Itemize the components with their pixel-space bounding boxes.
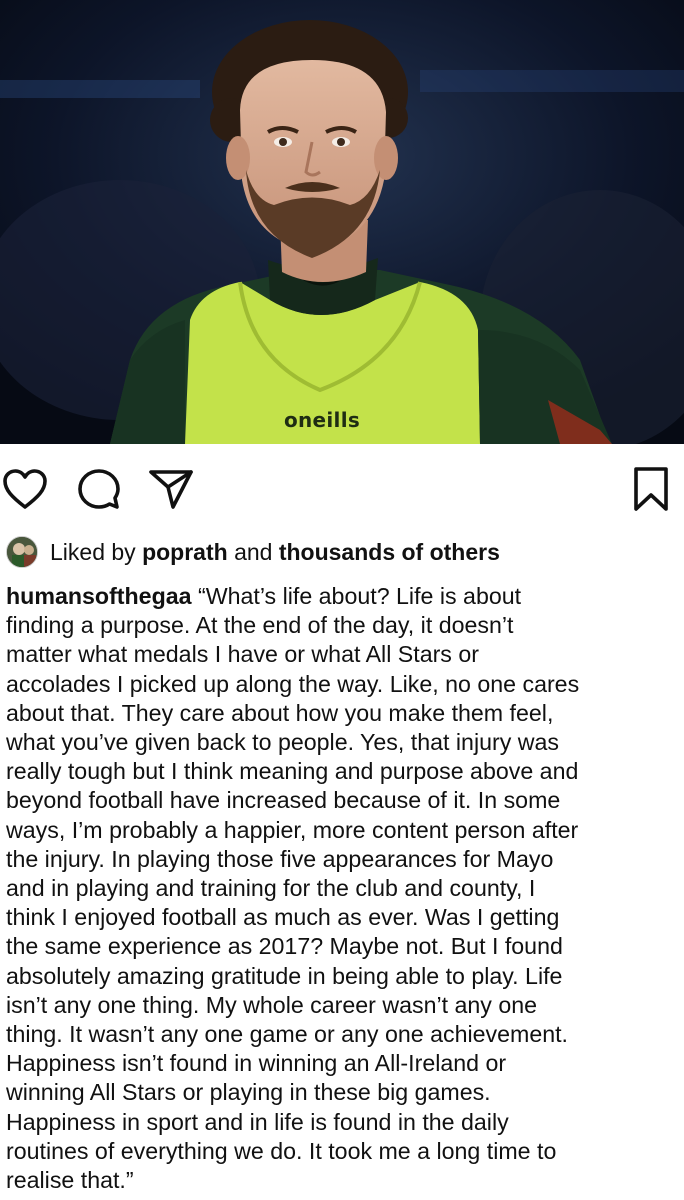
caption-line: really tough but I think meaning and pur… xyxy=(6,758,579,785)
caption-line: the injury. In playing those five appear… xyxy=(6,845,554,872)
likes-others-link[interactable]: thousands of others xyxy=(279,539,500,565)
caption-line: isn’t any one thing. My whole career was… xyxy=(6,991,538,1018)
heart-icon xyxy=(3,469,47,509)
caption-line: ways, I’m probably a happier, more conte… xyxy=(6,816,579,843)
caption-line: finding a purpose. At the end of the day… xyxy=(6,612,514,639)
caption-line: routines of everything we do. It took me… xyxy=(6,1137,557,1164)
caption-line: winning All Stars or playing in these bi… xyxy=(6,1079,491,1106)
post-caption: humansofthegaa “What’s life about? Life … xyxy=(6,582,680,1195)
caption-line: humansofthegaa “What’s life about? Life … xyxy=(6,582,680,611)
paper-plane-icon xyxy=(149,470,193,509)
caption-line: Happiness isn’t found in winning an All-… xyxy=(6,1050,507,1077)
caption-line: realise that.” xyxy=(6,1167,134,1194)
post-photo xyxy=(0,0,684,444)
bookmark-icon xyxy=(634,467,668,511)
caption-line: Happiness in sport and in life is found … xyxy=(6,1108,509,1135)
post-image[interactable]: oneills xyxy=(0,0,684,444)
caption-line: matter what medals I have or what All St… xyxy=(6,641,479,668)
save-button[interactable] xyxy=(626,462,676,516)
avatar[interactable] xyxy=(6,536,38,568)
caption-line: think I enjoyed football as much as ever… xyxy=(6,904,560,931)
caption-first-line-text: “What’s life about? Life is about xyxy=(191,583,522,609)
caption-line: and in playing and training for the club… xyxy=(6,875,536,902)
jersey-brand-text: oneills xyxy=(283,408,361,432)
likes-summary[interactable]: Liked by poprath and thousands of others xyxy=(6,534,500,570)
comment-icon xyxy=(78,469,120,509)
likes-text: Liked by poprath and thousands of others xyxy=(50,539,500,566)
comment-button[interactable] xyxy=(74,462,124,516)
likes-prefix: Liked by xyxy=(50,538,136,565)
like-button[interactable] xyxy=(0,462,50,516)
caption-username[interactable]: humansofthegaa xyxy=(6,583,192,609)
caption-line: absolutely amazing gratitude in being ab… xyxy=(6,962,563,989)
likes-joiner: and xyxy=(234,538,273,565)
liker-avatar-image xyxy=(7,537,37,567)
share-button[interactable] xyxy=(146,462,196,516)
caption-line: what you’ve given back to people. Yes, t… xyxy=(6,729,559,756)
caption-line: thing. It wasn’t any one game or any one… xyxy=(6,1021,568,1048)
caption-line: about that. They care about how you make… xyxy=(6,699,554,726)
caption-line: accolades I picked up along the way. Lik… xyxy=(6,670,580,697)
caption-line: the same experience as 2017? Maybe not. … xyxy=(6,933,563,960)
caption-line: beyond football have increased because o… xyxy=(6,787,561,814)
liker-username[interactable]: poprath xyxy=(142,539,228,565)
post-action-bar xyxy=(0,462,684,518)
